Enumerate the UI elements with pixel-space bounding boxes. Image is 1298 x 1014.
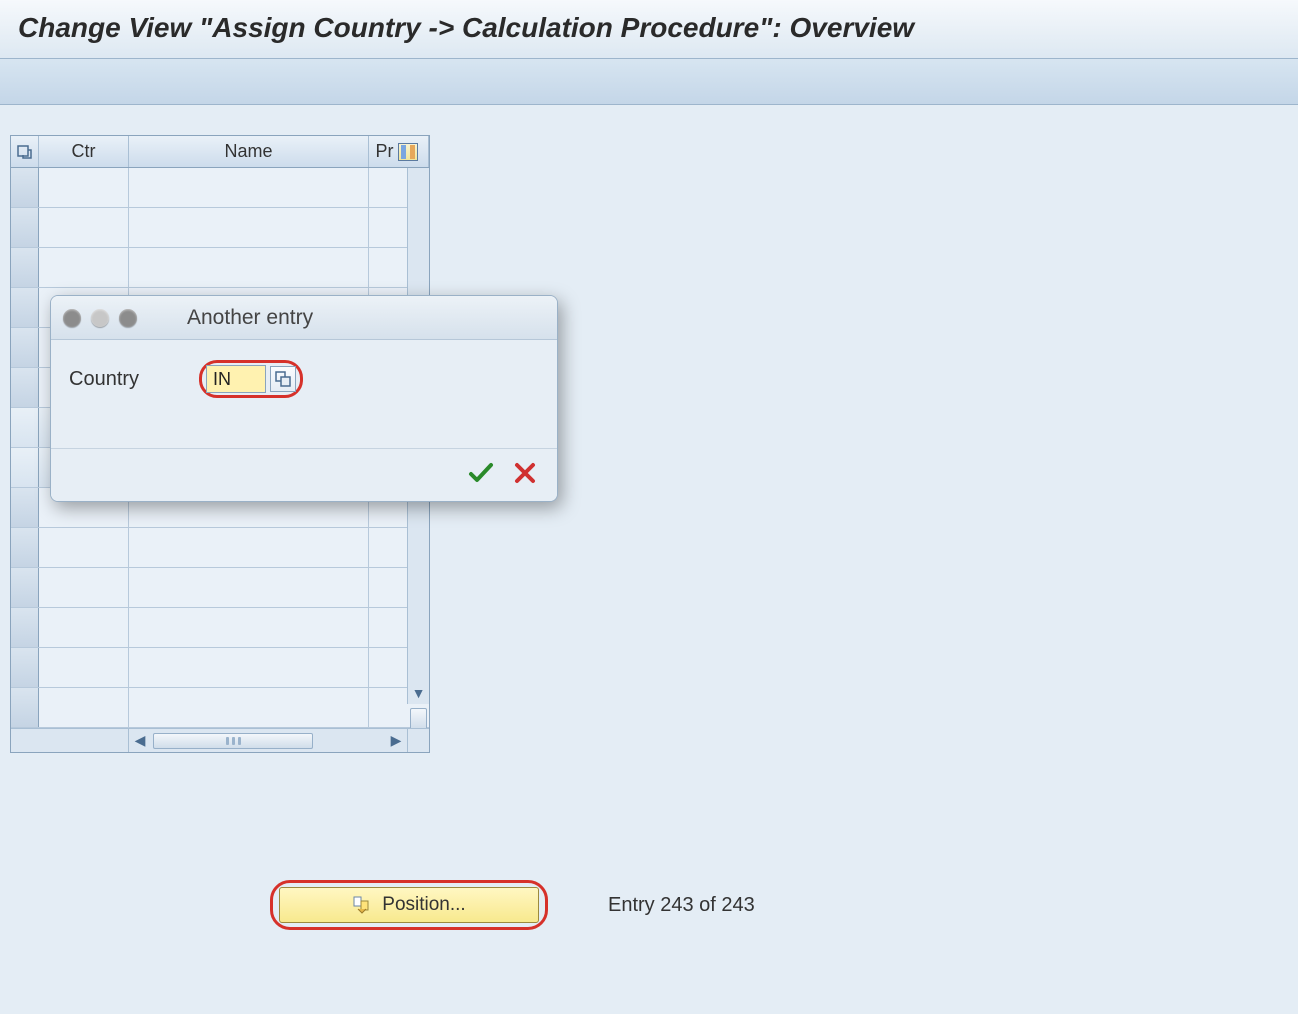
dialog-title: Another entry	[147, 306, 545, 330]
row-selector[interactable]	[11, 608, 39, 647]
select-all-icon	[17, 144, 33, 160]
table-row[interactable]	[11, 168, 429, 208]
page-title: Change View "Assign Country -> Calculati…	[18, 12, 1280, 44]
position-button[interactable]: Position...	[279, 887, 539, 923]
scroll-down-icon[interactable]: ▼	[411, 684, 426, 702]
cell-ctr[interactable]	[39, 568, 129, 607]
row-selector[interactable]	[11, 288, 39, 327]
content-area: Ctr Name Pr ▼	[0, 105, 1298, 783]
position-button-label: Position...	[382, 894, 465, 916]
country-input-highlight	[199, 360, 303, 398]
row-selector[interactable]	[11, 648, 39, 687]
table-row[interactable]	[11, 248, 429, 288]
value-help-icon	[275, 371, 291, 387]
scroll-right-icon[interactable]: ▶	[387, 732, 405, 749]
hscrollbar-thumb[interactable]	[153, 733, 313, 749]
row-selector[interactable]	[11, 568, 39, 607]
table-row[interactable]	[11, 648, 429, 688]
column-header-name[interactable]: Name	[129, 136, 369, 167]
dialog-footer	[51, 448, 557, 501]
table-settings-icon[interactable]	[398, 143, 418, 161]
cancel-button[interactable]	[511, 459, 539, 487]
table-row[interactable]	[11, 608, 429, 648]
another-entry-dialog: Another entry Country	[50, 295, 558, 502]
title-bar: Change View "Assign Country -> Calculati…	[0, 0, 1298, 59]
row-selector[interactable]	[11, 248, 39, 287]
cell-ctr[interactable]	[39, 248, 129, 287]
cell-name[interactable]	[129, 528, 369, 567]
row-selector[interactable]	[11, 688, 39, 727]
country-input[interactable]	[206, 365, 266, 393]
cell-name[interactable]	[129, 168, 369, 207]
cell-ctr[interactable]	[39, 208, 129, 247]
country-form-row: Country	[69, 360, 539, 398]
row-selector[interactable]	[11, 328, 39, 367]
cell-name[interactable]	[129, 688, 369, 727]
select-all-button[interactable]	[11, 136, 39, 167]
cell-ctr[interactable]	[39, 648, 129, 687]
table-row[interactable]	[11, 528, 429, 568]
scrollbar-thumb[interactable]	[410, 708, 427, 728]
row-selector[interactable]	[11, 528, 39, 567]
row-selector[interactable]	[11, 208, 39, 247]
table-header-row: Ctr Name Pr	[11, 136, 429, 168]
check-icon	[468, 462, 494, 484]
cell-ctr[interactable]	[39, 688, 129, 727]
cell-name[interactable]	[129, 648, 369, 687]
column-header-pr[interactable]: Pr	[369, 136, 429, 167]
dialog-body: Country	[51, 340, 557, 448]
window-minimize-icon[interactable]	[91, 309, 109, 327]
window-close-icon[interactable]	[63, 309, 81, 327]
row-selector[interactable]	[11, 168, 39, 207]
column-header-ctr[interactable]: Ctr	[39, 136, 129, 167]
cell-name[interactable]	[129, 248, 369, 287]
entry-counter: Entry 243 of 243	[608, 894, 755, 917]
confirm-button[interactable]	[467, 459, 495, 487]
cross-icon	[514, 462, 536, 484]
row-selector[interactable]	[11, 488, 39, 527]
footer-bar: Position... Entry 243 of 243	[0, 880, 1298, 930]
dialog-titlebar[interactable]: Another entry	[51, 296, 557, 340]
cell-ctr[interactable]	[39, 608, 129, 647]
cell-name[interactable]	[129, 208, 369, 247]
window-zoom-icon[interactable]	[119, 309, 137, 327]
position-icon	[352, 895, 372, 915]
row-selector[interactable]	[11, 448, 39, 487]
row-selector[interactable]	[11, 368, 39, 407]
horizontal-scrollbar[interactable]: ◀ ▶	[11, 728, 429, 752]
cell-ctr[interactable]	[39, 528, 129, 567]
cell-name[interactable]	[129, 568, 369, 607]
column-header-pr-label: Pr	[376, 141, 394, 162]
value-help-button[interactable]	[270, 366, 296, 392]
application-toolbar	[0, 59, 1298, 105]
country-label: Country	[69, 368, 139, 391]
table-row[interactable]	[11, 208, 429, 248]
row-selector[interactable]	[11, 408, 39, 447]
position-button-highlight: Position...	[270, 880, 548, 930]
table-row[interactable]	[11, 568, 429, 608]
scroll-left-icon[interactable]: ◀	[131, 732, 149, 749]
cell-name[interactable]	[129, 608, 369, 647]
table-row[interactable]	[11, 688, 429, 728]
cell-ctr[interactable]	[39, 168, 129, 207]
